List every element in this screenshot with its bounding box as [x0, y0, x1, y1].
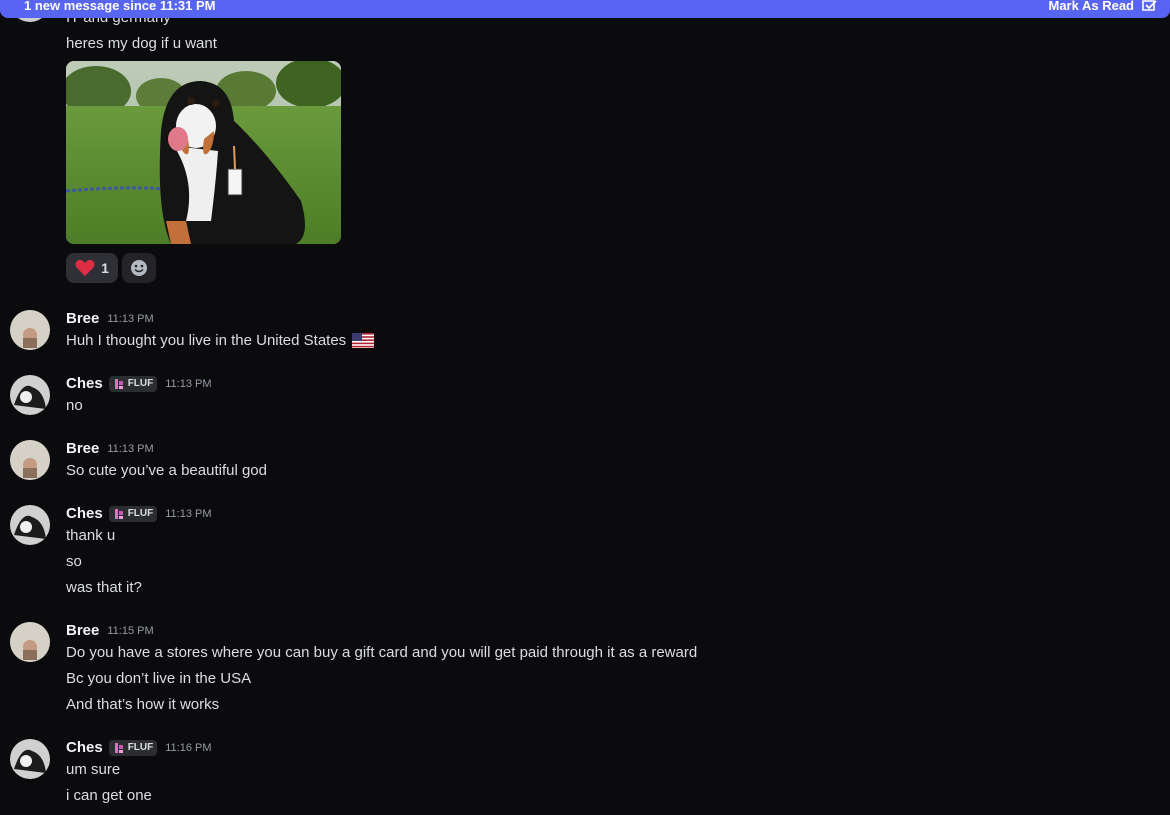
avatar[interactable] [10, 739, 50, 779]
clan-tag[interactable]: FLUF [108, 375, 158, 392]
clan-tag-icon [114, 378, 123, 389]
dog-image[interactable] [66, 61, 341, 244]
timestamp: 11:13 PM [165, 507, 212, 520]
message-text: heres my dog if u want [66, 35, 217, 52]
message-text: thank u [66, 527, 116, 544]
add-reaction-button[interactable] [122, 253, 156, 283]
message-text: And that’s how it works [66, 696, 220, 713]
timestamp: 11:13 PM [107, 442, 154, 455]
clan-tag-text: FLUF [127, 508, 154, 519]
clan-tag-text: FLUF [127, 378, 154, 389]
message-text: no [66, 397, 83, 414]
avatar[interactable] [10, 375, 50, 415]
clan-tag-text: FLUF [127, 742, 154, 753]
username[interactable]: Bree [66, 310, 99, 327]
avatar[interactable] [10, 505, 50, 545]
username[interactable]: Ches [66, 739, 103, 756]
mark-read-icon [1142, 0, 1157, 11]
heart-icon [75, 259, 95, 276]
message-text: so [66, 553, 82, 570]
mark-as-read-label: Mark As Read [1048, 0, 1135, 13]
clan-tag[interactable]: FLUF [108, 505, 158, 522]
username[interactable]: Ches [66, 505, 103, 522]
message-text: i can get one [66, 787, 152, 804]
timestamp: 11:13 PM [107, 312, 154, 325]
message-text: So cute you’ve a beautiful god [66, 462, 267, 479]
timestamp: 11:15 PM [107, 624, 154, 637]
chat-messages: IT and germany heres my dog if u want [0, 0, 1170, 815]
new-messages-banner[interactable]: 1 new message since 11:31 PM Mark As Rea… [0, 0, 1170, 18]
username[interactable]: Bree [66, 440, 99, 457]
message-text: Bc you don’t live in the USA [66, 670, 252, 687]
timestamp: 11:16 PM [165, 741, 212, 754]
timestamp: 11:13 PM [165, 377, 212, 390]
smiley-icon [131, 260, 147, 276]
mark-as-read-button[interactable]: Mark As Read [1049, 0, 1159, 13]
message-text: um sure [66, 761, 121, 778]
us-flag-icon [352, 333, 375, 348]
reaction-count: 1 [101, 260, 109, 276]
message-text: was that it? [66, 579, 142, 596]
clan-tag-icon [114, 508, 123, 519]
new-messages-text[interactable]: 1 new message since 11:31 PM [24, 0, 216, 13]
clan-tag[interactable]: FLUF [108, 739, 158, 756]
avatar[interactable] [10, 440, 50, 480]
username[interactable]: Ches [66, 375, 103, 392]
username[interactable]: Bree [66, 622, 99, 639]
message-text: Huh I thought you live in the United Sta… [66, 331, 375, 351]
avatar[interactable] [10, 622, 50, 662]
message-text: Do you have a stores where you can buy a… [66, 644, 698, 661]
clan-tag-icon [114, 742, 123, 753]
heart-reaction[interactable]: 1 [66, 253, 118, 283]
avatar[interactable] [10, 310, 50, 350]
